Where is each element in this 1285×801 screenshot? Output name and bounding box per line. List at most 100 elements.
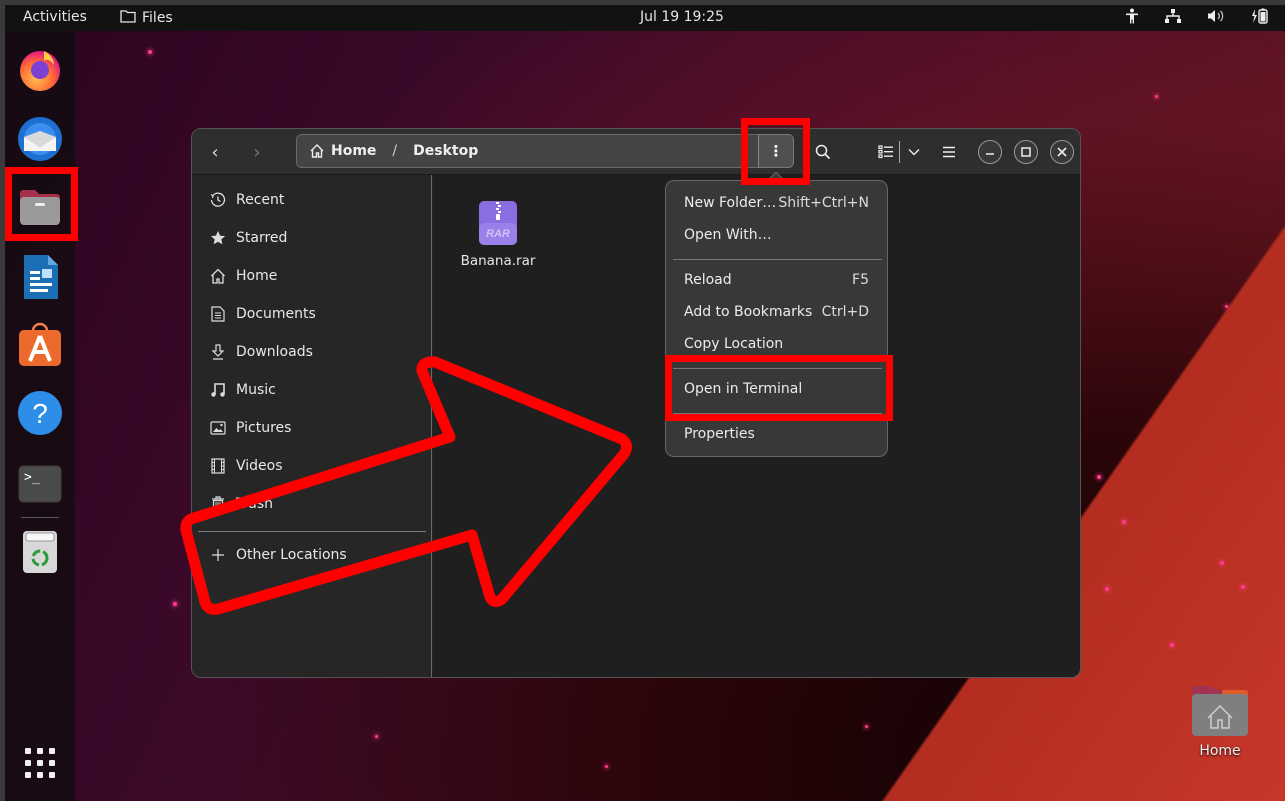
list-view-icon [878, 145, 893, 159]
home-icon [210, 268, 226, 284]
volume-icon[interactable] [1207, 9, 1225, 23]
sidebar-item-pictures[interactable]: Pictures [210, 416, 291, 440]
network-icon[interactable] [1165, 9, 1181, 23]
sidebar: Recent Starred Home Documents Downloads … [192, 175, 432, 677]
sidebar-item-home[interactable]: Home [210, 264, 277, 288]
main-menu-button[interactable] [938, 141, 960, 163]
sidebar-item-downloads[interactable]: Downloads [210, 340, 313, 364]
desktop-icon-home[interactable]: Home [1185, 685, 1255, 759]
sidebar-item-trash[interactable]: Trash [210, 492, 273, 516]
maximize-icon [1021, 147, 1031, 157]
breadcrumb-desktop[interactable]: Desktop [413, 143, 478, 159]
dock-item-help[interactable]: ? [16, 389, 64, 437]
activities-button[interactable]: Activities [23, 9, 87, 25]
desktop: Activities Files Jul 19 19:25 ? >_ ‹ › H… [5, 5, 1285, 801]
sidebar-item-documents[interactable]: Documents [210, 302, 316, 326]
close-icon [1057, 147, 1067, 157]
show-apps-icon [25, 748, 55, 778]
dock: ? >_ [5, 31, 75, 801]
annotation-highlight-files [5, 167, 78, 241]
dock-item-firefox[interactable] [16, 45, 64, 93]
sidebar-separator [198, 531, 426, 532]
sidebar-item-starred[interactable]: Starred [210, 226, 287, 250]
menu-item-reload[interactable]: Reload F5 [672, 265, 881, 295]
menu-item-properties[interactable]: Properties [672, 419, 881, 449]
search-icon [815, 144, 831, 160]
star-decoration [1225, 305, 1228, 308]
path-bar: Home / Desktop [296, 134, 794, 168]
menu-item-new-folder[interactable]: New Folder… Shift+Ctrl+N [672, 188, 881, 218]
desktop-icon-label: Home [1199, 743, 1241, 759]
system-tray[interactable] [1125, 8, 1269, 24]
folder-icon [120, 9, 136, 27]
menu-item-open-with[interactable]: Open With… [672, 220, 881, 250]
help-icon: ? [18, 391, 62, 435]
breadcrumb-home[interactable]: Home [309, 143, 376, 159]
show-apps-button[interactable] [22, 745, 58, 781]
star-decoration [1105, 587, 1109, 591]
app-name: Files [142, 10, 173, 26]
menu-item-add-bookmark[interactable]: Add to Bookmarks Ctrl+D [672, 297, 881, 327]
trash-icon [23, 531, 57, 573]
svg-text:RAR: RAR [486, 228, 510, 240]
svg-text:>_: >_ [24, 470, 40, 485]
sidebar-item-recent[interactable]: Recent [210, 188, 284, 212]
firefox-icon [20, 51, 60, 91]
star-decoration [148, 50, 152, 54]
document-icon [210, 306, 226, 322]
star-decoration [1097, 475, 1101, 479]
sidebar-item-other-locations[interactable]: Other Locations [210, 543, 347, 567]
thunderbird-icon [18, 117, 62, 161]
minimize-button[interactable] [978, 140, 1002, 164]
star-decoration [375, 735, 378, 738]
sidebar-item-videos[interactable]: Videos [210, 454, 283, 478]
home-icon [310, 144, 324, 158]
view-separator [899, 141, 900, 163]
music-icon [210, 382, 226, 398]
hamburger-icon [943, 146, 955, 158]
close-button[interactable] [1050, 140, 1074, 164]
video-icon [210, 458, 226, 474]
files-window: ‹ › Home / Desktop ⋮ Recent Starred Home… [191, 128, 1081, 678]
view-options-button[interactable] [903, 141, 925, 163]
accessibility-icon[interactable] [1125, 8, 1139, 24]
star-decoration [865, 725, 868, 728]
svg-text:?: ? [32, 398, 48, 429]
dock-item-thunderbird[interactable] [16, 115, 64, 163]
shortcut-label: F5 [852, 272, 869, 288]
dock-item-software[interactable] [16, 321, 64, 369]
search-button[interactable] [812, 141, 834, 163]
battery-charging-icon[interactable] [1251, 8, 1269, 24]
star-decoration [1155, 95, 1158, 98]
star-decoration [1170, 643, 1174, 647]
sidebar-item-music[interactable]: Music [210, 378, 276, 402]
shortcut-label: Shift+Ctrl+N [778, 195, 869, 211]
plus-icon [210, 547, 226, 563]
file-name: Banana.rar [460, 253, 536, 269]
file-item[interactable]: RAR Banana.rar [453, 199, 543, 269]
rar-archive-icon: RAR [479, 201, 517, 245]
list-view-button[interactable] [875, 141, 897, 163]
dock-item-writer[interactable] [16, 253, 64, 301]
annotation-highlight-open-in-terminal [665, 355, 893, 421]
clock-icon [210, 192, 226, 208]
maximize-button[interactable] [1014, 140, 1038, 164]
star-decoration [1241, 585, 1245, 589]
dock-separator [21, 517, 59, 518]
star-decoration [1220, 561, 1224, 565]
home-folder-icon [1192, 686, 1248, 736]
trash-icon [210, 496, 226, 512]
terminal-icon: >_ [18, 465, 62, 503]
clock[interactable]: Jul 19 19:25 [640, 9, 724, 25]
star-decoration [605, 765, 608, 768]
shortcut-label: Ctrl+D [821, 304, 869, 320]
star-decoration [1122, 520, 1126, 524]
star-icon [210, 230, 226, 246]
dock-item-trash[interactable] [16, 527, 64, 575]
dock-item-terminal[interactable]: >_ [16, 461, 64, 509]
app-menu[interactable]: Files [120, 9, 173, 27]
minimize-icon [986, 153, 994, 155]
menu-separator [673, 259, 882, 260]
back-button[interactable]: ‹ [202, 139, 228, 165]
forward-button[interactable]: › [244, 139, 270, 165]
